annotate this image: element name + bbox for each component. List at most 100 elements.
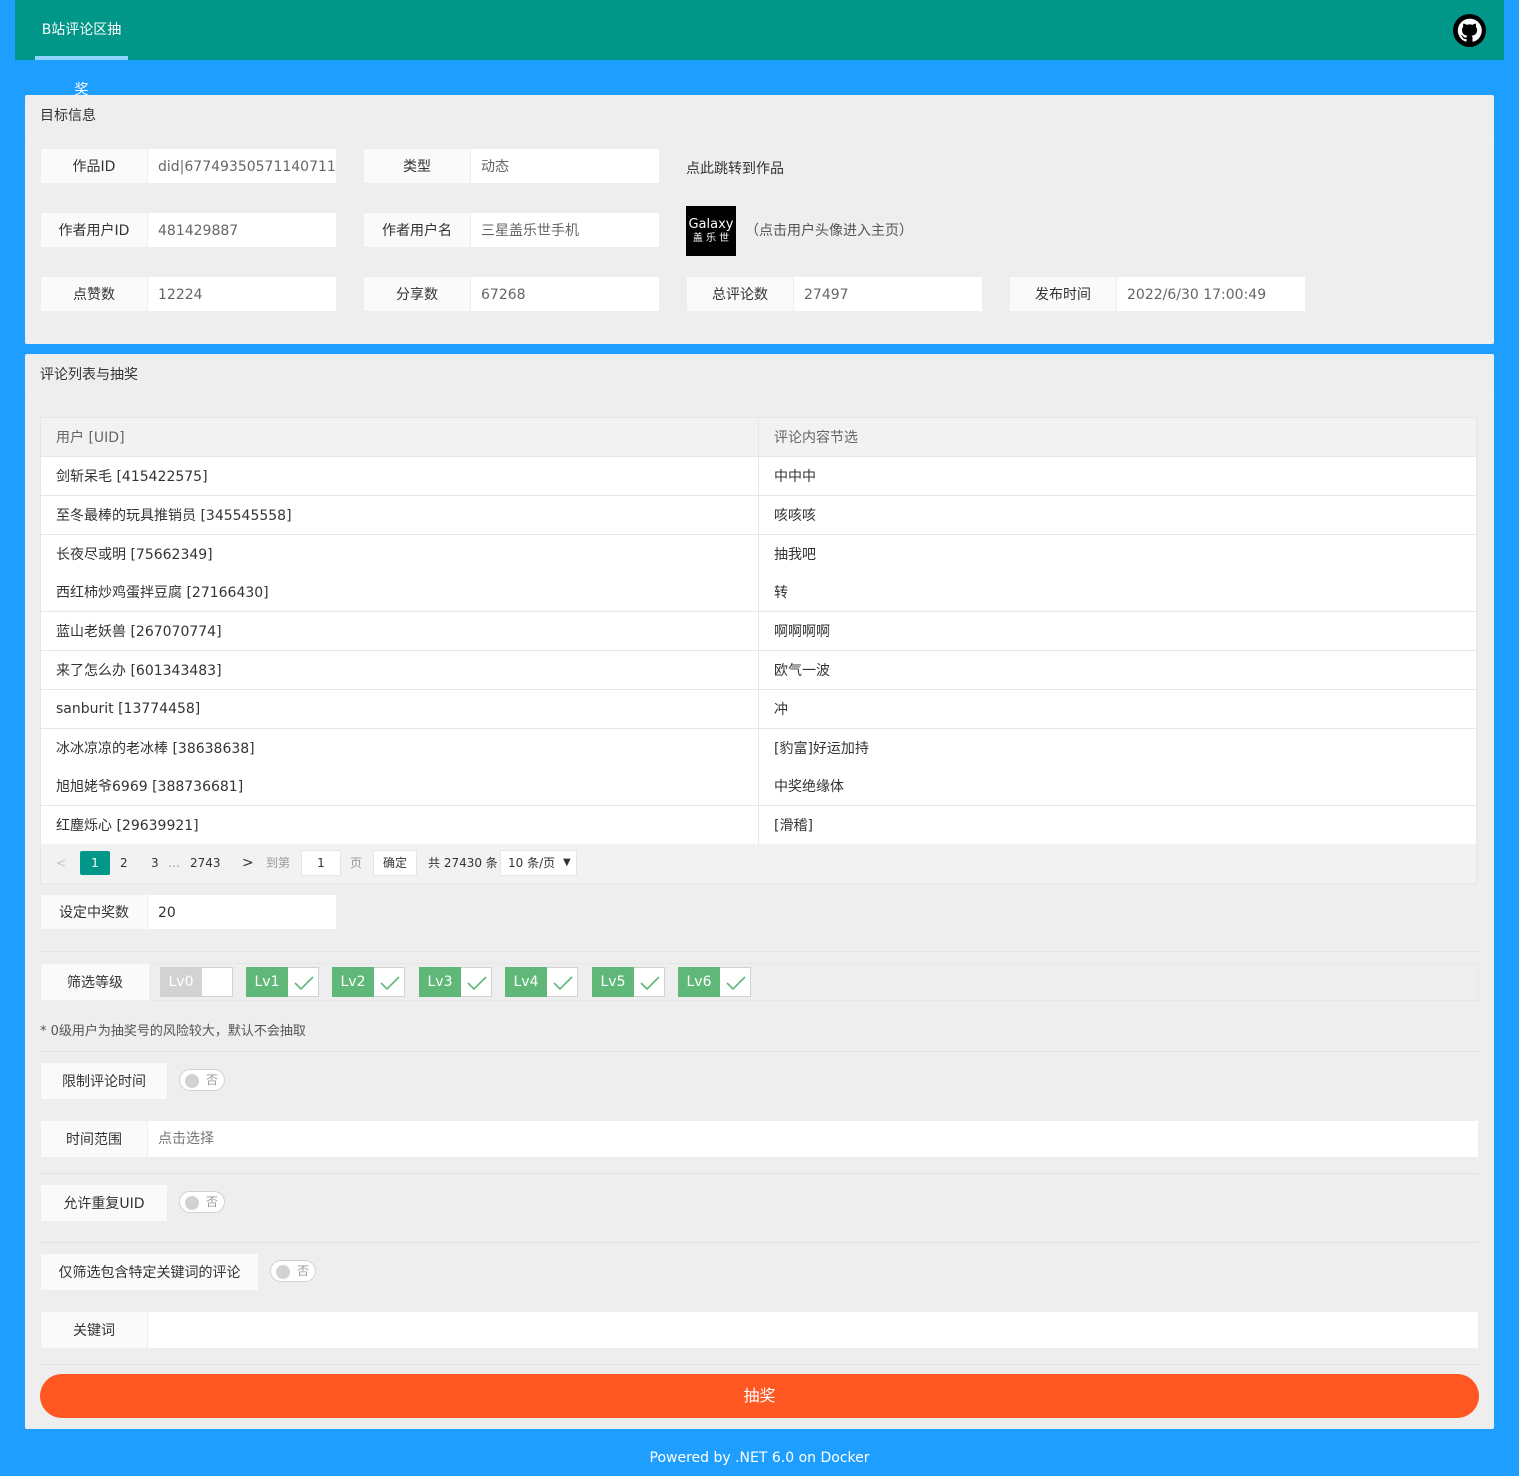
type-field: 类型 动态 xyxy=(363,148,660,184)
cell-user: sanburit [13774458] xyxy=(40,688,759,729)
page-last-button[interactable]: 2743 xyxy=(190,844,221,882)
shares-value[interactable]: 67268 xyxy=(471,276,660,312)
github-icon[interactable] xyxy=(1453,14,1486,47)
table-header-row: 用户 [UID] 评论内容节选 xyxy=(40,417,1477,457)
table-row[interactable]: 至冬最棒的玩具推销员 [345545558] 咳咳咳 xyxy=(40,494,1477,535)
level-checkboxes: Lv0 Lv1 Lv2 Lv3 Lv4 Lv5 Lv6 xyxy=(160,967,960,997)
total-count: 共 27430 条 xyxy=(428,856,498,870)
cell-content: [豹富]好运加持 xyxy=(758,727,1477,767)
page-3-button[interactable]: 3 xyxy=(151,844,159,882)
chevron-down-icon: ▼ xyxy=(563,857,571,868)
comments-lottery-card: 评论列表与抽奖 用户 [UID] 评论内容节选 剑斩呆毛 [415422575]… xyxy=(25,354,1494,1429)
divider xyxy=(40,951,1479,952)
divider xyxy=(40,1242,1479,1243)
jump-to-work-link[interactable]: 点此跳转到作品 xyxy=(686,158,784,178)
cell-user: 长夜尽或明 [75662349] xyxy=(40,533,759,573)
level-checkbox-lv3[interactable]: Lv3 xyxy=(419,967,492,997)
author-uid-label: 作者用户ID xyxy=(40,212,148,248)
limit-time-toggle[interactable]: 否 xyxy=(179,1069,225,1091)
cell-user: 至冬最棒的玩具推销员 [345545558] xyxy=(40,494,759,535)
next-page-button[interactable]: > xyxy=(242,844,254,882)
keyword-only-row: 仅筛选包含特定关键词的评论 xyxy=(40,1253,259,1291)
level-filter-label: 筛选等级 xyxy=(40,963,150,1001)
table-row[interactable]: 红塵烁心 [29639921] [滑稽] xyxy=(40,805,1477,845)
level-checkbox-lv0[interactable]: Lv0 xyxy=(160,967,233,997)
time-range-label: 时间范围 xyxy=(40,1120,148,1158)
nav-item-lottery[interactable]: B站评论区抽奖 xyxy=(35,0,128,98)
level-tag: Lv0 xyxy=(160,967,202,997)
author-avatar[interactable]: Galaxy 盖 乐 世 xyxy=(686,206,736,256)
comments-count-value[interactable]: 27497 xyxy=(794,276,983,312)
cell-user: 冰冰凉凉的老冰棒 [38638638] xyxy=(40,727,759,767)
dup-uid-toggle[interactable]: 否 xyxy=(179,1191,225,1213)
winners-count-input[interactable]: 20 xyxy=(148,894,337,930)
work-id-value[interactable]: did|677493505711407110 xyxy=(148,148,337,184)
level-check-box xyxy=(202,967,233,997)
level-checkbox-lv1[interactable]: Lv1 xyxy=(246,967,319,997)
level-checkbox-lv2[interactable]: Lv2 xyxy=(332,967,405,997)
divider xyxy=(40,1173,1479,1174)
page-unit-label: 页 xyxy=(350,856,363,870)
cell-content: 抽我吧 xyxy=(758,533,1477,573)
check-icon xyxy=(288,967,319,997)
keyword-label: 关键词 xyxy=(40,1311,148,1349)
toggle-state: 否 xyxy=(205,1073,218,1087)
cell-content: 中奖绝缘体 xyxy=(758,766,1477,806)
cell-user: 红塵烁心 [29639921] xyxy=(40,805,759,845)
level-filter-row: 筛选等级 Lv0 Lv1 Lv2 Lv3 Lv4 Lv5 Lv6 xyxy=(40,963,1479,1001)
author-uid-value[interactable]: 481429887 xyxy=(148,212,337,248)
table-row[interactable]: 西红柿炒鸡蛋拌豆腐 [27166430] 转 xyxy=(40,572,1477,612)
page-1-button[interactable]: 1 xyxy=(80,851,110,875)
check-icon xyxy=(374,967,405,997)
toggle-state: 否 xyxy=(296,1264,309,1278)
table-row[interactable]: 冰冰凉凉的老冰棒 [38638638] [豹富]好运加持 xyxy=(40,727,1477,767)
goto-confirm-button[interactable]: 确定 xyxy=(373,850,417,876)
keyword-only-toggle[interactable]: 否 xyxy=(270,1260,316,1282)
level-checkbox-lv5[interactable]: Lv5 xyxy=(592,967,665,997)
cell-content: 咳咳咳 xyxy=(758,494,1477,535)
cell-content: 欧气一波 xyxy=(758,649,1477,690)
pubtime-field: 发布时间 2022/6/30 17:00:49 xyxy=(1009,276,1306,312)
cell-content: 中中中 xyxy=(758,456,1477,496)
page-2-button[interactable]: 2 xyxy=(120,844,128,882)
author-name-value[interactable]: 三星盖乐世手机 xyxy=(471,212,660,248)
level-checkbox-lv4[interactable]: Lv4 xyxy=(505,967,578,997)
avatar-line-2: 盖 乐 世 xyxy=(692,233,730,244)
goto-page-input[interactable]: 1 xyxy=(301,850,341,876)
cell-user: 来了怎么办 [601343483] xyxy=(40,649,759,690)
avatar-line-1: Galaxy xyxy=(688,217,734,232)
table-row[interactable]: 蓝山老妖兽 [267070774] 啊啊啊啊 xyxy=(40,611,1477,651)
author-name-label: 作者用户名 xyxy=(363,212,471,248)
table-row[interactable]: 剑斩呆毛 [415422575] 中中中 xyxy=(40,456,1477,496)
table-row[interactable]: 旭旭姥爷6969 [388736681] 中奖绝缘体 xyxy=(40,766,1477,806)
work-id-field: 作品ID did|677493505711407110 xyxy=(40,148,337,184)
cell-content: 冲 xyxy=(758,688,1477,729)
pagination: < 1 2 3 … 2743 > 到第 1 页 确定 共 27430 条 10 … xyxy=(40,844,1477,884)
keyword-input[interactable] xyxy=(148,1311,1479,1349)
dup-uid-label: 允许重复UID xyxy=(40,1184,168,1222)
toggle-knob xyxy=(185,1074,199,1088)
table-row[interactable]: sanburit [13774458] 冲 xyxy=(40,688,1477,729)
toggle-state: 否 xyxy=(205,1195,218,1209)
per-page-select[interactable]: 10 条/页 ▼ xyxy=(500,850,577,876)
target-info-card: 目标信息 作品ID did|677493505711407110 类型 动态 点… xyxy=(25,95,1494,344)
keyword-only-label: 仅筛选包含特定关键词的评论 xyxy=(40,1253,259,1291)
likes-value[interactable]: 12224 xyxy=(148,276,337,312)
time-range-input[interactable]: 点击选择 xyxy=(148,1120,1479,1158)
prev-page-button[interactable]: < xyxy=(56,844,66,882)
toggle-knob xyxy=(185,1196,199,1210)
pubtime-value[interactable]: 2022/6/30 17:00:49 xyxy=(1117,276,1306,312)
draw-button[interactable]: 抽奖 xyxy=(40,1374,1479,1418)
divider xyxy=(40,1364,1479,1365)
toggle-knob xyxy=(276,1265,290,1279)
author-uid-field: 作者用户ID 481429887 xyxy=(40,212,337,248)
col-header-content[interactable]: 评论内容节选 xyxy=(758,417,1477,457)
level-tag: Lv2 xyxy=(332,967,374,997)
shares-field: 分享数 67268 xyxy=(363,276,660,312)
likes-label: 点赞数 xyxy=(40,276,148,312)
table-row[interactable]: 长夜尽或明 [75662349] 抽我吧 xyxy=(40,533,1477,573)
table-row[interactable]: 来了怎么办 [601343483] 欧气一波 xyxy=(40,649,1477,690)
col-header-user[interactable]: 用户 [UID] xyxy=(40,417,759,457)
level-checkbox-lv6[interactable]: Lv6 xyxy=(678,967,751,997)
type-value[interactable]: 动态 xyxy=(471,148,660,184)
